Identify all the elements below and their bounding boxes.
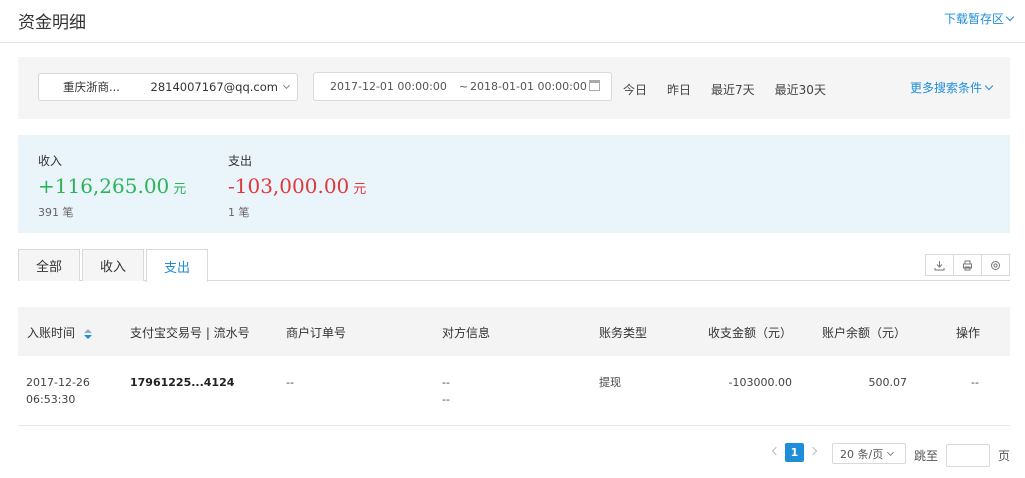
date-from: 2017-12-01 00:00:00	[330, 80, 447, 93]
settings-icon	[991, 260, 1000, 270]
print-icon	[963, 260, 972, 270]
cell-date: 2017-12-26	[26, 376, 90, 389]
cell-time: 06:53:30	[26, 393, 76, 406]
col-type: 账务类型	[599, 326, 648, 340]
print-button[interactable]	[953, 254, 982, 276]
date-range-picker[interactable]: 2017-12-01 00:00:00 ~ 2018-01-01 00:00:0…	[313, 72, 612, 101]
col-amount: 收支金额（元）	[708, 326, 793, 340]
quick-date-filters: 今日 昨日 最近7天 最近30天	[623, 81, 826, 98]
table-toolbar	[925, 254, 1010, 276]
income-amount: +116,265.00	[38, 174, 170, 198]
col-trade-no: 支付宝交易号 | 流水号	[130, 326, 250, 340]
page-size-label: 20 条/页	[840, 447, 884, 461]
account-select[interactable]: 重庆浙商... 2814007167@qq.com	[38, 73, 298, 101]
cell-counterparty: -- --	[442, 374, 450, 408]
search-panel: 重庆浙商... 2814007167@qq.com 2017-12-01 00:…	[18, 57, 1010, 119]
download-storage-link[interactable]: 下载暂存区	[943, 10, 1015, 27]
jump-page-input[interactable]	[946, 444, 990, 467]
pagination: 1 20 条/页 跳至 页	[0, 443, 1025, 467]
date-separator: ~	[458, 80, 469, 93]
chevron-down-icon	[282, 81, 291, 89]
expense-amount: -103,000.00	[228, 174, 350, 198]
chevron-down-icon	[1005, 12, 1015, 22]
expense-unit: 元	[353, 181, 367, 196]
download-button[interactable]	[925, 254, 954, 276]
income-unit: 元	[173, 181, 187, 196]
income-count: 391 笔	[38, 206, 74, 219]
col-counterparty: 对方信息	[442, 326, 491, 340]
jump-unit: 页	[998, 449, 1011, 463]
transactions-table: 入账时间 支付宝交易号 | 流水号 商户订单号 对方信息 账务类型 收支金额（元…	[18, 307, 1010, 426]
calendar-icon[interactable]	[589, 80, 600, 91]
quick-date-yesterday[interactable]: 昨日	[667, 81, 691, 98]
table-row[interactable]: 2017-12-26 06:53:30 17961225...4124 -- -…	[18, 356, 1010, 426]
col-entry-time[interactable]: 入账时间	[27, 324, 92, 341]
more-filters-toggle[interactable]: 更多搜索条件	[909, 79, 994, 96]
income-summary: 收入 +116,265.00 元 391 笔	[38, 152, 186, 220]
tab-bar: 全部 收入 支出	[18, 249, 1010, 282]
sort-icon[interactable]	[83, 328, 92, 339]
quick-date-7days[interactable]: 最近7天	[711, 81, 755, 98]
date-to: 2018-01-01 00:00:00	[470, 80, 587, 93]
tab-income[interactable]: 收入	[82, 249, 144, 281]
account-email: 2814007167@qq.com	[150, 80, 278, 94]
cell-amount: -103000.00	[728, 376, 792, 389]
expense-summary: 支出 -103,000.00 元 1 笔	[228, 152, 366, 220]
cell-trade-no[interactable]: 17961225...4124	[130, 374, 234, 391]
cell-counterparty-1: --	[442, 376, 450, 389]
prev-page-icon[interactable]	[771, 446, 781, 456]
cell-balance: 500.07	[868, 376, 908, 389]
settings-button[interactable]	[981, 254, 1010, 276]
table-header: 入账时间 支付宝交易号 | 流水号 商户订单号 对方信息 账务类型 收支金额（元…	[18, 307, 1010, 356]
summary-panel: 收入 +116,265.00 元 391 笔 支出 -103,000.00 元 1 …	[18, 135, 1010, 233]
cell-action: --	[971, 376, 979, 389]
page-size-select[interactable]: 20 条/页	[832, 443, 906, 464]
expense-amount-line: -103,000.00 元	[228, 174, 366, 198]
income-label: 收入	[38, 154, 63, 168]
quick-date-today[interactable]: 今日	[623, 81, 647, 98]
cell-entry-time: 2017-12-26 06:53:30	[26, 374, 90, 408]
download-storage-label: 下载暂存区	[943, 12, 1004, 26]
more-filters-label: 更多搜索条件	[909, 81, 982, 95]
expense-label: 支出	[228, 154, 253, 168]
col-order-no: 商户订单号	[286, 326, 347, 340]
cell-order-no: --	[286, 376, 294, 389]
quick-date-30days[interactable]: 最近30天	[775, 81, 826, 98]
income-amount-line: +116,265.00 元	[38, 174, 186, 198]
page-title: 资金明细	[18, 13, 86, 33]
page-header: 资金明细 下载暂存区	[0, 0, 1025, 43]
cell-type: 提现	[599, 376, 621, 389]
tab-expense[interactable]: 支出	[146, 249, 208, 282]
jump-label: 跳至	[914, 449, 939, 463]
account-name: 重庆浙商...	[63, 80, 120, 94]
chevron-down-icon	[887, 448, 895, 456]
cell-counterparty-2: --	[442, 393, 450, 406]
chevron-down-icon	[984, 81, 994, 91]
expense-count: 1 笔	[228, 206, 250, 219]
col-entry-time-label: 入账时间	[27, 326, 76, 340]
current-page-button[interactable]: 1	[785, 443, 804, 462]
tab-all[interactable]: 全部	[18, 249, 80, 281]
col-action: 操作	[956, 326, 981, 340]
col-balance: 账户余额（元）	[822, 326, 907, 340]
download-icon	[934, 260, 945, 270]
next-page-icon[interactable]	[808, 446, 818, 456]
